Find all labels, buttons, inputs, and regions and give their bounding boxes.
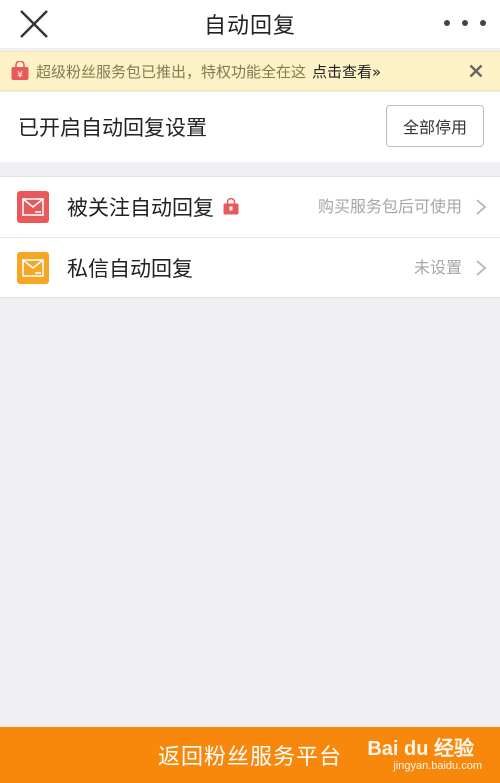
shopping-bag-icon: ¥ bbox=[10, 60, 30, 81]
more-dot bbox=[480, 20, 486, 26]
list-item-follow-auto-reply[interactable]: 被关注自动回复 购买服务包后可使用 bbox=[0, 177, 500, 237]
svg-text:¥: ¥ bbox=[17, 71, 23, 81]
watermark-brand: Bai du 经验 bbox=[367, 738, 474, 760]
list-item-hint: 购买服务包后可使用 bbox=[317, 197, 462, 216]
baidu-jingyan-watermark: Bai du 经验 jingyan.baidu.com bbox=[362, 732, 482, 778]
more-dot bbox=[462, 20, 468, 26]
auto-reply-status-label: 已开启自动回复设置 bbox=[18, 116, 207, 140]
list-item-label: 私信自动回复 bbox=[67, 256, 193, 281]
mail-icon bbox=[17, 191, 49, 223]
list-item-label: 被关注自动回复 bbox=[67, 196, 214, 220]
promo-view-link[interactable]: 点击查看» bbox=[312, 61, 381, 82]
disable-all-button[interactable]: 全部停用 bbox=[386, 105, 484, 147]
bottom-bar-label: 返回粉丝服务平台 bbox=[157, 745, 342, 770]
mail-icon bbox=[17, 251, 49, 284]
more-dots-icon bbox=[444, 20, 450, 26]
close-icon bbox=[20, 10, 48, 38]
promo-notice-text: 超级粉丝服务包已推出，特权功能全在这 bbox=[36, 62, 307, 81]
auto-reply-list: 被关注自动回复 购买服务包后可使用 私信自动回复 未设置 bbox=[0, 176, 500, 298]
chevron-right-icon bbox=[476, 260, 487, 276]
auto-reply-status-row: 已开启自动回复设置 全部停用 bbox=[0, 92, 500, 162]
watermark-url: jingyan.baidu.com bbox=[393, 760, 482, 772]
paid-lock-bag-icon bbox=[222, 197, 240, 216]
top-navigation-bar: 自动回复 bbox=[0, 0, 500, 48]
chevron-right-icon bbox=[476, 199, 487, 215]
list-item-hint: 未设置 bbox=[413, 258, 462, 277]
list-item-private-message-auto-reply[interactable]: 私信自动回复 未设置 bbox=[0, 237, 500, 297]
more-options-button[interactable] bbox=[444, 8, 486, 38]
page-title: 自动回复 bbox=[203, 14, 296, 39]
close-button[interactable] bbox=[18, 9, 50, 39]
close-icon bbox=[469, 64, 483, 78]
dismiss-notice-button[interactable] bbox=[466, 61, 486, 81]
promo-notice-bar: ¥ 超级粉丝服务包已推出，特权功能全在这 点击查看» bbox=[0, 51, 500, 91]
